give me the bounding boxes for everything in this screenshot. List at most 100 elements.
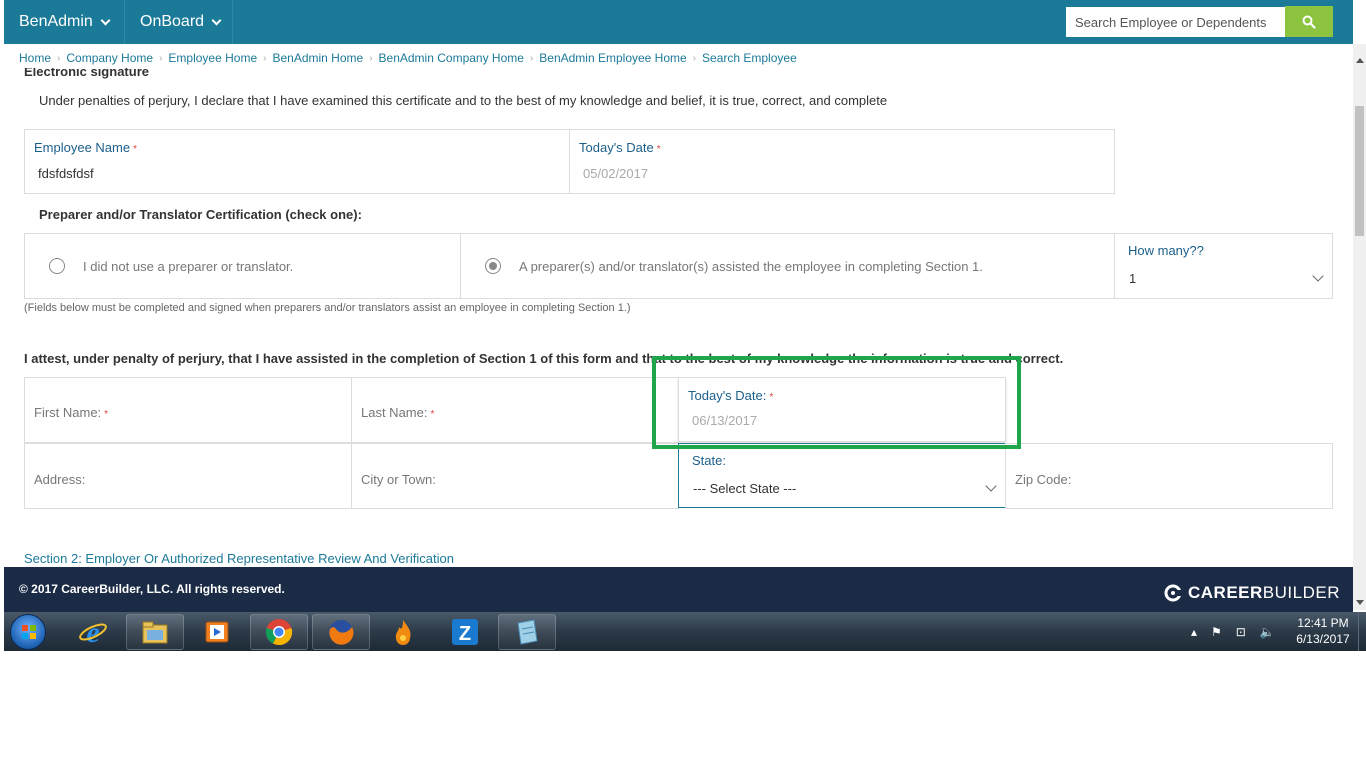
last-name-field[interactable]: Last Name: * xyxy=(351,377,679,443)
required-asterisk-icon: * xyxy=(133,144,138,155)
first-name-label: First Name: * xyxy=(34,405,108,420)
state-select[interactable]: State: --- Select State --- xyxy=(678,443,1006,508)
todays-date-field[interactable]: Today's Date * 05/02/2017 xyxy=(569,129,1115,194)
section2-link[interactable]: Section 2: Employer Or Authorized Repres… xyxy=(24,551,454,566)
how-many-select[interactable]: How many?? 1 xyxy=(1114,233,1333,299)
taskbar-chrome[interactable] xyxy=(250,614,308,650)
fields-note: (Fields below must be completed and sign… xyxy=(24,302,631,314)
z-app-icon: Z xyxy=(452,619,478,645)
chevron-down-icon xyxy=(100,15,111,25)
windows-taskbar: e Z ▴ ⚑ ⊡ 🔈 12:41 PM 6/13/2017 xyxy=(4,612,1366,651)
taskbar-firefox[interactable] xyxy=(312,614,370,650)
breadcrumb-separator-icon: › xyxy=(529,52,534,64)
breadcrumb-separator-icon: › xyxy=(263,52,267,64)
zip-code-field[interactable]: Zip Code: xyxy=(1005,443,1333,509)
taskbar-ie[interactable]: e xyxy=(64,614,122,650)
todays-date-label-text: Today's Date xyxy=(579,140,654,155)
careerbuilder-logo: CAREERBUILDER xyxy=(1164,583,1340,603)
breadcrumb-benadmin-home[interactable]: BenAdmin Home xyxy=(272,51,363,65)
employee-name-value: fdsfdsfdsf xyxy=(38,166,94,181)
copyright-text: © 2017 CareerBuilder, LLC. All rights re… xyxy=(19,582,285,596)
todays-date-value: 05/02/2017 xyxy=(583,166,649,181)
how-many-value: 1 xyxy=(1129,271,1137,286)
svg-text:Z: Z xyxy=(459,623,471,645)
preparer-assisted-option[interactable]: A preparer(s) and/or translator(s) assis… xyxy=(460,233,1115,299)
top-nav-bar: BenAdmin OnBoard xyxy=(4,0,1353,44)
scroll-down-arrow-icon[interactable] xyxy=(1356,600,1364,605)
start-button[interactable] xyxy=(10,614,46,650)
breadcrumb-benadmin-company-home[interactable]: BenAdmin Company Home xyxy=(379,51,524,65)
notepad-icon xyxy=(517,619,538,645)
breadcrumb: Home › Company Home › Employee Home › Be… xyxy=(19,51,797,65)
taskbar-notes[interactable] xyxy=(498,614,556,650)
preparer-assisted-label: A preparer(s) and/or translator(s) assis… xyxy=(519,259,983,274)
city-label: City or Town: xyxy=(361,472,436,487)
onboard-menu-label: OnBoard xyxy=(140,13,205,30)
employee-name-field[interactable]: Employee Name * fdsfdsfdsf xyxy=(24,129,570,194)
search-icon xyxy=(1302,15,1316,29)
chevron-down-icon xyxy=(985,480,997,492)
employee-name-label: Employee Name * xyxy=(34,140,137,155)
benadmin-menu-label: BenAdmin xyxy=(19,13,93,30)
media-player-icon xyxy=(205,621,229,643)
svg-text:e: e xyxy=(86,617,99,647)
internet-explorer-icon: e xyxy=(79,617,107,647)
todays-date-label: Today's Date * xyxy=(579,140,661,155)
required-asterisk-icon: * xyxy=(104,409,109,420)
taskbar-z-app[interactable]: Z xyxy=(436,614,494,650)
tray-expand-icon[interactable]: ▴ xyxy=(1191,625,1197,639)
logo-light-text: BUILDER xyxy=(1262,583,1340,602)
action-center-flag-icon[interactable]: ⚑ xyxy=(1211,625,1222,639)
volume-icon[interactable]: 🔈 xyxy=(1260,625,1275,639)
breadcrumb-benadmin-employee-home[interactable]: BenAdmin Employee Home xyxy=(539,51,686,65)
required-asterisk-icon: * xyxy=(430,409,435,420)
employee-name-label-text: Employee Name xyxy=(34,140,131,155)
form-content: Electronic signature Under penalties of … xyxy=(4,68,1353,567)
breadcrumb-search-employee[interactable]: Search Employee xyxy=(702,51,797,65)
electronic-signature-heading: Electronic signature xyxy=(24,68,149,79)
breadcrumb-employee-home[interactable]: Employee Home xyxy=(168,51,257,65)
taskbar-explorer[interactable] xyxy=(126,614,184,650)
chevron-down-icon xyxy=(211,15,222,25)
highlight-annotation-box xyxy=(652,356,1021,449)
breadcrumb-home[interactable]: Home xyxy=(19,51,51,65)
chevron-down-icon xyxy=(1312,270,1324,282)
taskbar-clock[interactable]: 12:41 PM 6/13/2017 xyxy=(1288,615,1358,647)
state-label: State: xyxy=(692,453,726,468)
last-name-label: Last Name: * xyxy=(361,405,434,420)
network-icon[interactable]: ⊡ xyxy=(1236,625,1246,639)
search-input[interactable] xyxy=(1066,7,1285,37)
firefox-icon xyxy=(329,620,354,645)
windows-logo-icon xyxy=(22,625,36,639)
breadcrumb-separator-icon: › xyxy=(692,52,697,64)
address-field[interactable]: Address: xyxy=(24,443,352,509)
scrollbar-thumb[interactable] xyxy=(1355,106,1364,236)
taskbar-media[interactable] xyxy=(188,614,246,650)
no-preparer-option[interactable]: I did not use a preparer or translator. xyxy=(24,233,461,299)
flame-app-icon xyxy=(395,620,411,645)
preparer-assisted-radio[interactable] xyxy=(485,258,501,274)
onboard-menu[interactable]: OnBoard xyxy=(125,0,235,44)
state-value: --- Select State --- xyxy=(693,481,797,496)
file-explorer-icon xyxy=(142,621,168,644)
breadcrumb-company-home[interactable]: Company Home xyxy=(66,51,153,65)
search-button[interactable] xyxy=(1285,6,1333,37)
first-name-field[interactable]: First Name: * xyxy=(24,377,352,443)
nav-divider xyxy=(232,0,233,44)
first-name-label-text: First Name: xyxy=(34,405,102,420)
no-preparer-radio[interactable] xyxy=(49,258,65,274)
breadcrumb-separator-icon: › xyxy=(159,52,163,64)
clock-time: 12:41 PM xyxy=(1297,616,1349,630)
breadcrumb-separator-icon: › xyxy=(57,52,61,64)
show-desktop-button[interactable] xyxy=(1358,612,1366,651)
scroll-up-arrow-icon[interactable] xyxy=(1356,58,1364,63)
benadmin-menu[interactable]: BenAdmin xyxy=(4,0,124,44)
breadcrumb-separator-icon: › xyxy=(369,52,373,64)
chrome-icon xyxy=(265,619,293,646)
page-footer: © 2017 CareerBuilder, LLC. All rights re… xyxy=(4,567,1353,612)
city-field[interactable]: City or Town: xyxy=(351,443,679,509)
taskbar-app-flame[interactable] xyxy=(374,614,432,650)
address-label: Address: xyxy=(34,472,86,487)
clock-date: 6/13/2017 xyxy=(1296,632,1350,646)
logo-bold-text: CAREER xyxy=(1188,583,1263,602)
